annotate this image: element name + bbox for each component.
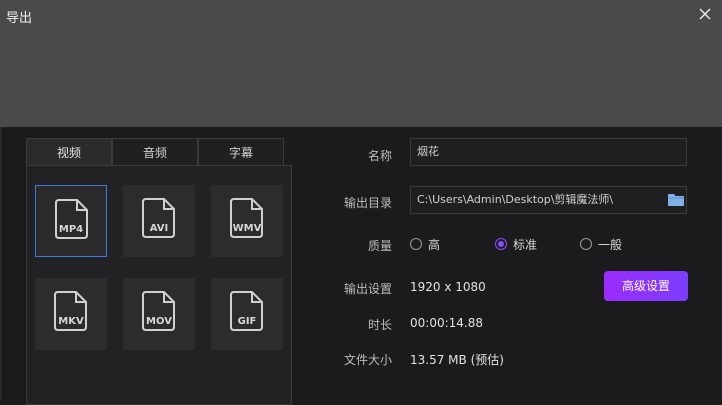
- resolution-value: 1920 x 1080: [410, 280, 486, 294]
- radio-label: 高: [428, 237, 441, 252]
- duration-value: 00:00:14.88: [410, 316, 483, 330]
- folder-icon[interactable]: [667, 193, 685, 207]
- format-wmv[interactable]: WMV: [211, 185, 283, 257]
- format-gif[interactable]: GIF: [211, 278, 283, 350]
- format-label: WMV: [232, 223, 262, 234]
- title-bar: 导出: [0, 0, 722, 127]
- close-icon[interactable]: [697, 6, 713, 22]
- format-mkv[interactable]: MKV: [35, 278, 107, 350]
- filesize-label: 文件大小: [343, 353, 392, 367]
- format-mov[interactable]: MOV: [123, 278, 195, 350]
- window-title: 导出: [6, 11, 33, 26]
- tab-subtitle[interactable]: 字幕: [198, 138, 284, 166]
- tab-video[interactable]: 视频: [26, 138, 112, 166]
- quality-standard-radio[interactable]: 标准: [495, 237, 538, 252]
- radio-dot: [580, 238, 592, 250]
- output-dir-label: 输出目录: [343, 196, 392, 210]
- tab-audio[interactable]: 音频: [112, 138, 198, 166]
- filesize-value: 13.57 MB (预估): [410, 353, 504, 367]
- duration-label: 时长: [367, 318, 392, 332]
- quality-label: 质量: [367, 239, 392, 253]
- radio-dot: [410, 238, 422, 250]
- quality-normal-radio[interactable]: 一般: [580, 237, 623, 252]
- format-label: GIF: [237, 316, 257, 327]
- format-label: MP4: [58, 224, 84, 235]
- format-label: MKV: [58, 316, 84, 327]
- output-settings-label: 输出设置: [343, 282, 392, 296]
- format-mp4[interactable]: MP4: [35, 185, 107, 257]
- name-label: 名称: [367, 149, 392, 163]
- format-label: MOV: [146, 316, 172, 327]
- format-label: AVI: [149, 223, 169, 234]
- format-tabs: 视频 音频 字幕: [26, 138, 286, 166]
- format-panel: MP4 AVI WMV MKV MOV GIF: [26, 165, 292, 405]
- radio-label: 一般: [598, 237, 623, 252]
- output-dir-input[interactable]: C:\Users\Admin\Desktop\剪辑魔法师\: [410, 186, 687, 214]
- advanced-settings-button[interactable]: 高级设置: [604, 271, 688, 301]
- format-avi[interactable]: AVI: [123, 185, 195, 257]
- name-input[interactable]: 烟花: [410, 138, 687, 166]
- left-edge: [0, 127, 2, 400]
- radio-label: 标准: [513, 237, 538, 252]
- radio-dot: [495, 238, 507, 250]
- quality-high-radio[interactable]: 高: [410, 237, 441, 252]
